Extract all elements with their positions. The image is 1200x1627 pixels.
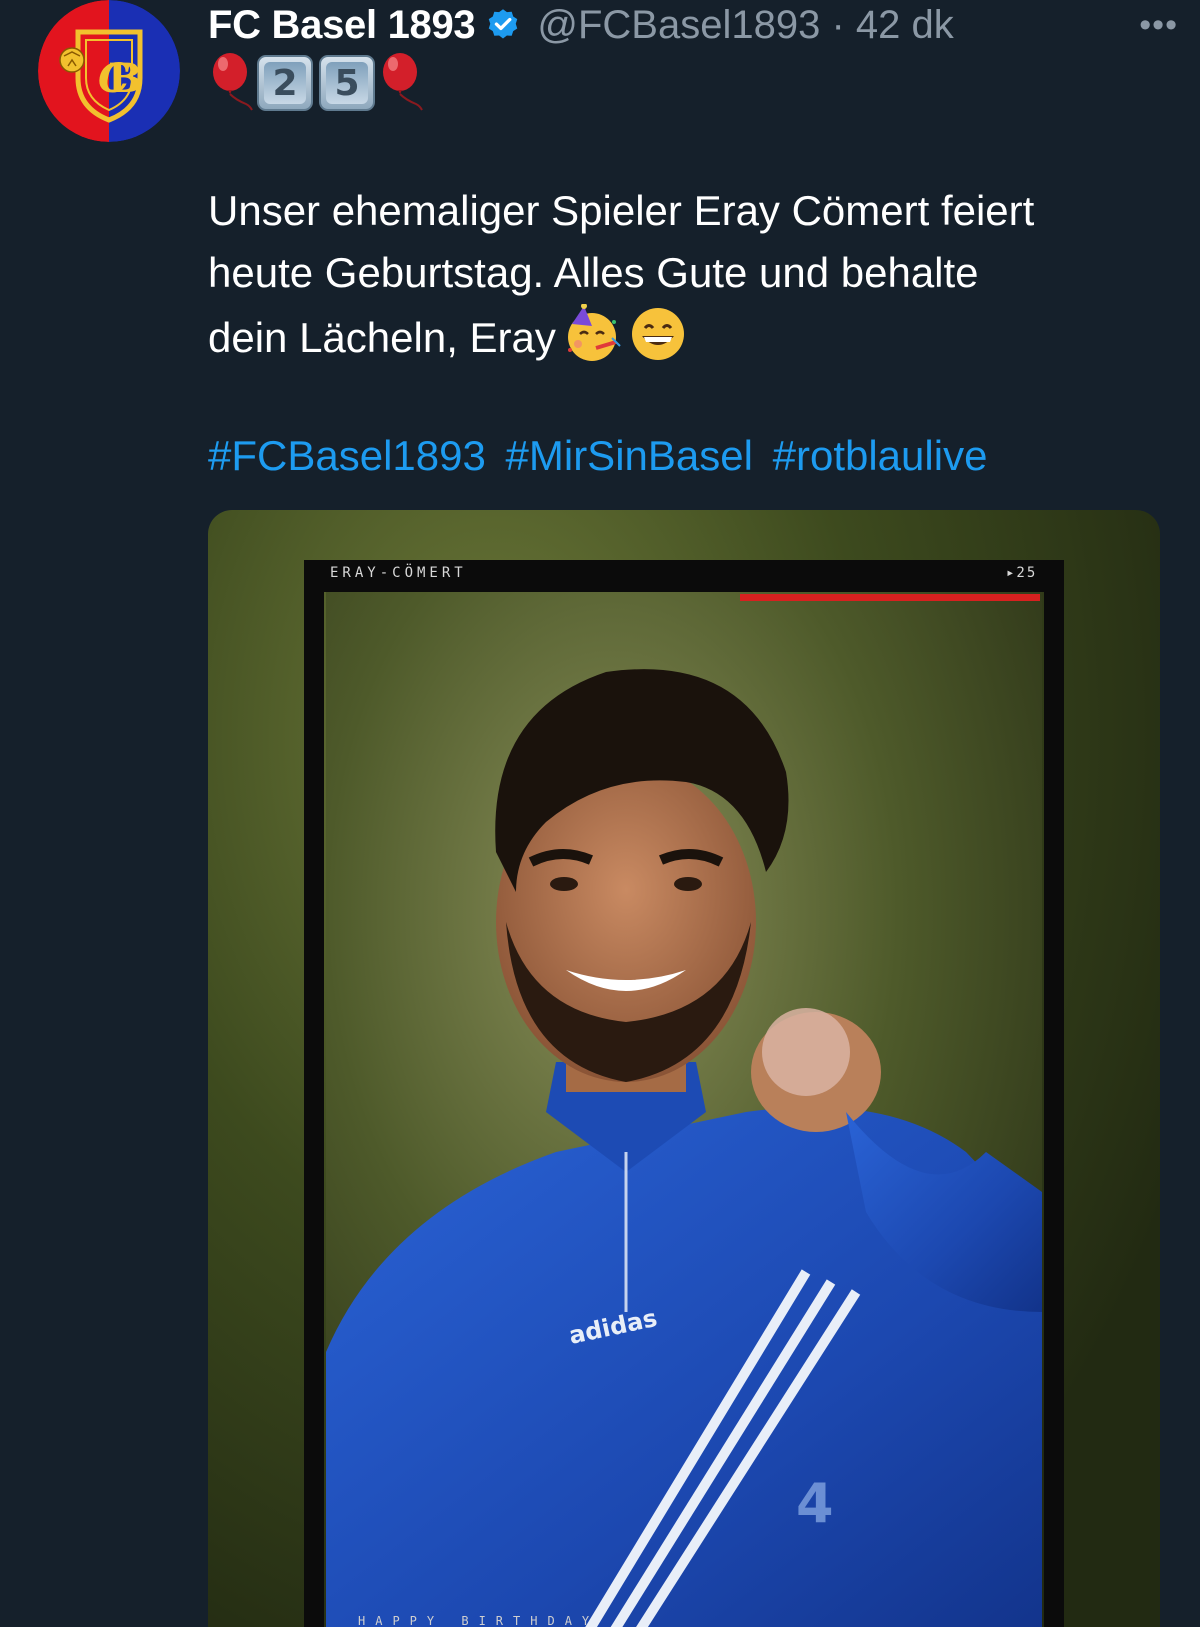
tweet-timestamp[interactable]: 42 dk [856,3,954,47]
frame-red-bar [740,594,1040,601]
tweet-media-image[interactable]: adidas 4 ERAY-CÖMERT ▸25 HAPPY BIRTHDAY [208,510,1160,1627]
partying-face-icon [567,304,621,361]
svg-text:B: B [108,55,142,102]
hashtag-line: #FCBasel1893 #MirSinBasel #rotblaulive [208,425,995,487]
frame-bottom-caption: HAPPY BIRTHDAY [358,1614,600,1627]
tweet-header: FC Basel 1893 @FCBasel1893 · 42 dk [208,0,1180,50]
red-balloon-icon [213,53,253,111]
player-photo-illustration: adidas 4 [326,592,1042,1627]
jersey-number: 4 [796,1472,834,1535]
tweet-text-line: Unser ehemaliger Spieler Eray Cömert fei… [208,187,1035,234]
keycap-digit: 2 [257,55,313,111]
tweet-text-last-line: dein Lächeln, Eray [208,304,1168,369]
player-photo: adidas 4 [326,592,1042,1627]
hashtag-link[interactable]: #FCBasel1893 [208,432,486,479]
emoji-line: 2 5 [208,52,424,114]
keycap-digit: 5 [319,55,375,111]
red-balloon-icon [383,53,423,111]
time-separator: · [831,2,845,47]
tweet-text-line: heute Geburtstag. Alles Gute und behalte [208,249,979,296]
tweet-text-line: dein Lächeln, Eray [208,314,556,361]
frame-caption: ERAY-CÖMERT [330,565,467,581]
grinning-face-icon [631,308,684,360]
author-handle[interactable]: @FCBasel1893 · 42 dk [537,3,953,48]
keycap-digit-label: 5 [334,62,360,104]
frame-number: ▸25 [1006,565,1038,581]
tweet-text: Unser ehemaliger Spieler Eray Cömert fei… [208,180,1168,369]
hashtag-link[interactable]: #MirSinBasel [506,432,753,479]
hashtag-link[interactable]: #rotblaulive [773,432,988,479]
tweet: C B FC Basel 1893 @FCBasel1893 · 42 dk •… [0,0,1200,1627]
author-display-name[interactable]: FC Basel 1893 [208,3,476,48]
photo-frame-right [1044,560,1064,1627]
author-avatar[interactable]: C B [38,0,180,142]
photo-frame-left [304,560,324,1627]
more-options-icon[interactable]: ••• [1139,6,1178,45]
verified-badge-icon [489,9,518,39]
author-handle-text: @FCBasel1893 [537,2,821,47]
fc-basel-crest-icon: C B [38,0,180,142]
keycap-digit-label: 2 [272,62,298,104]
